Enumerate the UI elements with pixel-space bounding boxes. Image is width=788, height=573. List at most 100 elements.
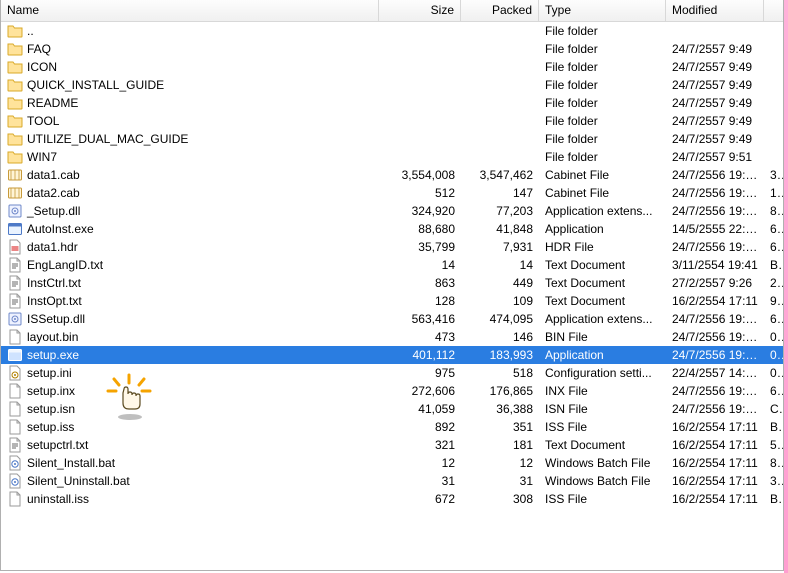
file-list[interactable]: ..File folderFAQFile folder24/7/2557 9:4… — [1, 22, 783, 508]
file-name-label: data1.cab — [27, 166, 80, 184]
table-row[interactable]: data1.cab3,554,0083,547,462Cabinet File2… — [1, 166, 783, 184]
cell-type: File folder — [539, 76, 666, 94]
table-row[interactable]: data1.hdr35,7997,931HDR File24/7/2556 19… — [1, 238, 783, 256]
file-name-label: InstOpt.txt — [27, 292, 82, 310]
cell-name[interactable]: setupctrl.txt — [1, 436, 379, 454]
cell-name[interactable]: FAQ — [1, 40, 379, 58]
cell-type: File folder — [539, 94, 666, 112]
cell-name[interactable]: setup.iss — [1, 418, 379, 436]
cell-packed: 351 — [461, 418, 539, 436]
table-row[interactable]: ISSetup.dll563,416474,095Application ext… — [1, 310, 783, 328]
table-row[interactable]: setup.exe401,112183,993Application24/7/2… — [1, 346, 783, 364]
table-row[interactable]: FAQFile folder24/7/2557 9:49 — [1, 40, 783, 58]
file-name-label: QUICK_INSTALL_GUIDE — [27, 76, 164, 94]
cab-icon — [7, 167, 23, 183]
column-header-extra[interactable] — [764, 0, 783, 21]
cell-extra: 5F5 — [764, 436, 783, 454]
cell-name[interactable]: Silent_Install.bat — [1, 454, 379, 472]
file-name-label: setup.ini — [27, 364, 72, 382]
cell-size — [379, 148, 461, 166]
cell-modified: 24/7/2557 9:49 — [666, 58, 764, 76]
cell-extra — [764, 76, 783, 94]
file-name-label: setup.inx — [27, 382, 75, 400]
cell-packed — [461, 58, 539, 76]
column-header-name[interactable]: Name — [1, 0, 379, 21]
file-name-label: layout.bin — [27, 328, 78, 346]
cell-extra — [764, 130, 783, 148]
cell-name[interactable]: .. — [1, 22, 379, 40]
cell-modified: 24/7/2556 19:41 — [666, 166, 764, 184]
folder-icon — [7, 113, 23, 129]
cell-size: 512 — [379, 184, 461, 202]
cell-name[interactable]: data1.cab — [1, 166, 379, 184]
table-row[interactable]: setupctrl.txt321181Text Document16/2/255… — [1, 436, 783, 454]
file-name-label: README — [27, 94, 78, 112]
cell-name[interactable]: AutoInst.exe — [1, 220, 379, 238]
cell-name[interactable]: InstOpt.txt — [1, 292, 379, 310]
table-row[interactable]: Silent_Uninstall.bat3131Windows Batch Fi… — [1, 472, 783, 490]
cell-type: Cabinet File — [539, 184, 666, 202]
cell-name[interactable]: data1.hdr — [1, 238, 379, 256]
cell-name[interactable]: UTILIZE_DUAL_MAC_GUIDE — [1, 130, 379, 148]
cell-name[interactable]: layout.bin — [1, 328, 379, 346]
column-header-type[interactable]: Type — [539, 0, 666, 21]
table-row[interactable]: setup.inx272,606176,865INX File24/7/2556… — [1, 382, 783, 400]
table-row[interactable]: layout.bin473146BIN File24/7/2556 19:410… — [1, 328, 783, 346]
table-row[interactable]: InstOpt.txt128109Text Document16/2/2554 … — [1, 292, 783, 310]
table-row[interactable]: QUICK_INSTALL_GUIDEFile folder24/7/2557 … — [1, 76, 783, 94]
folder-icon — [7, 23, 23, 39]
cell-modified: 16/2/2554 17:11 — [666, 472, 764, 490]
cell-name[interactable]: uninstall.iss — [1, 490, 379, 508]
cell-name[interactable]: _Setup.dll — [1, 202, 379, 220]
cell-size: 863 — [379, 274, 461, 292]
table-row[interactable]: WIN7File folder24/7/2557 9:51 — [1, 148, 783, 166]
cell-name[interactable]: Silent_Uninstall.bat — [1, 472, 379, 490]
cell-size: 272,606 — [379, 382, 461, 400]
table-row[interactable]: AutoInst.exe88,68041,848Application14/5/… — [1, 220, 783, 238]
column-header-size[interactable]: Size — [379, 0, 461, 21]
cell-modified: 16/2/2554 17:11 — [666, 292, 764, 310]
table-row[interactable]: setup.iss892351ISS File16/2/2554 17:11B4… — [1, 418, 783, 436]
file-icon — [7, 491, 23, 507]
table-row[interactable]: InstCtrl.txt863449Text Document27/2/2557… — [1, 274, 783, 292]
table-row[interactable]: UTILIZE_DUAL_MAC_GUIDEFile folder24/7/25… — [1, 130, 783, 148]
cell-name[interactable]: setup.exe — [1, 346, 379, 364]
cell-packed: 176,865 — [461, 382, 539, 400]
file-icon — [7, 329, 23, 345]
table-row[interactable]: ..File folder — [1, 22, 783, 40]
cell-packed: 474,095 — [461, 310, 539, 328]
cell-extra: B8 — [764, 490, 783, 508]
cell-name[interactable]: QUICK_INSTALL_GUIDE — [1, 76, 379, 94]
cell-name[interactable]: setup.isn — [1, 400, 379, 418]
table-row[interactable]: READMEFile folder24/7/2557 9:49 — [1, 94, 783, 112]
cell-name[interactable]: setup.ini — [1, 364, 379, 382]
cell-packed — [461, 130, 539, 148]
file-name-label: TOOL — [27, 112, 59, 130]
cell-name[interactable]: data2.cab — [1, 184, 379, 202]
table-row[interactable]: data2.cab512147Cabinet File24/7/2556 19:… — [1, 184, 783, 202]
cell-size: 975 — [379, 364, 461, 382]
cell-name[interactable]: InstCtrl.txt — [1, 274, 379, 292]
cell-name[interactable]: README — [1, 94, 379, 112]
cell-packed: 14 — [461, 256, 539, 274]
table-row[interactable]: Silent_Install.bat1212Windows Batch File… — [1, 454, 783, 472]
table-row[interactable]: ICONFile folder24/7/2557 9:49 — [1, 58, 783, 76]
cell-name[interactable]: setup.inx — [1, 382, 379, 400]
table-row[interactable]: uninstall.iss672308ISS File16/2/2554 17:… — [1, 490, 783, 508]
cell-name[interactable]: ISSetup.dll — [1, 310, 379, 328]
cell-size: 892 — [379, 418, 461, 436]
cell-name[interactable]: ICON — [1, 58, 379, 76]
table-row[interactable]: TOOLFile folder24/7/2557 9:49 — [1, 112, 783, 130]
cell-name[interactable]: WIN7 — [1, 148, 379, 166]
column-header-modified[interactable]: Modified — [666, 0, 764, 21]
cell-name[interactable]: TOOL — [1, 112, 379, 130]
cell-extra: B4E — [764, 418, 783, 436]
table-row[interactable]: EngLangID.txt1414Text Document3/11/2554 … — [1, 256, 783, 274]
cell-name[interactable]: EngLangID.txt — [1, 256, 379, 274]
cell-size — [379, 76, 461, 94]
file-name-label: _Setup.dll — [27, 202, 80, 220]
table-row[interactable]: setup.isn41,05936,388ISN File24/7/2556 1… — [1, 400, 783, 418]
column-header-packed[interactable]: Packed — [461, 0, 539, 21]
table-row[interactable]: setup.ini975518Configuration setti...22/… — [1, 364, 783, 382]
table-row[interactable]: _Setup.dll324,92077,203Application exten… — [1, 202, 783, 220]
